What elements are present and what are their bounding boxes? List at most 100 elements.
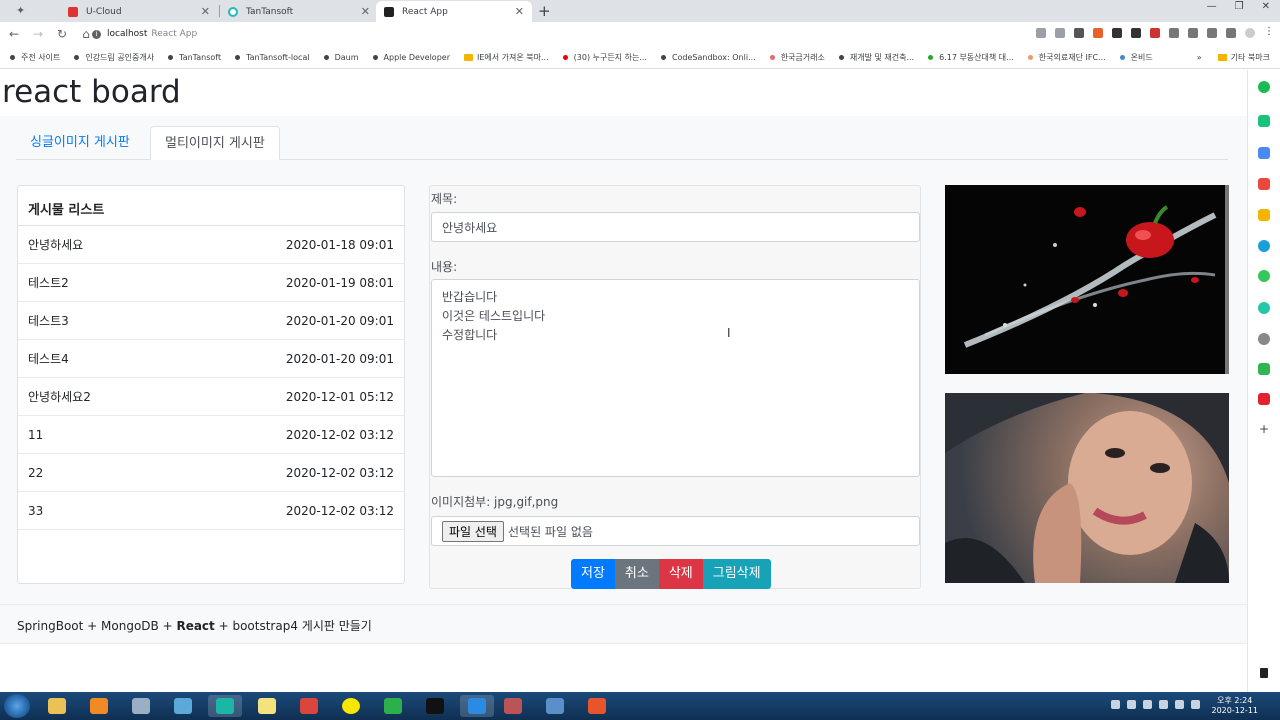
delete-button[interactable]: 삭제 — [658, 559, 703, 589]
side-pin-icon[interactable] — [1260, 668, 1268, 678]
extension-c-icon[interactable] — [1074, 28, 1084, 38]
minimize-icon[interactable]: — — [1207, 1, 1217, 12]
taskbar-vscode[interactable] — [460, 695, 494, 717]
tray-ime-icon[interactable] — [1127, 700, 1136, 709]
post-list-item[interactable]: 안녕하세요2 2020-12-01 05:12 — [18, 378, 404, 416]
shield-extension-icon[interactable] — [1036, 28, 1046, 38]
bookmark-item[interactable]: 인강드림 공인중개사 — [74, 52, 154, 63]
bookmark-item[interactable]: TanTansoft-local — [235, 53, 310, 62]
image-scrollbar[interactable] — [1225, 185, 1229, 374]
start-button-icon[interactable] — [4, 694, 30, 718]
save-button[interactable]: 저장 — [571, 559, 615, 589]
star-bookmark-icon[interactable] — [1055, 28, 1065, 38]
side-green-chat-icon[interactable] — [1258, 115, 1270, 127]
bookmark-item[interactable]: TanTansoft — [168, 53, 221, 62]
bookmark-item[interactable]: Apple Developer — [372, 53, 450, 62]
side-star-icon[interactable] — [1258, 209, 1270, 221]
extension-2-icon[interactable] — [1131, 28, 1141, 38]
taskbar-calculator[interactable] — [124, 695, 158, 717]
close-tab-icon[interactable]: ✕ — [361, 5, 370, 18]
bookmark-item[interactable]: Daum — [323, 53, 359, 62]
close-tab-icon[interactable]: ✕ — [201, 5, 210, 18]
taskbar-kakaotalk[interactable] — [334, 695, 368, 717]
close-window-icon[interactable]: ✕ — [1262, 1, 1270, 12]
choose-file-button[interactable]: 파일 선택 — [442, 520, 504, 542]
side-add-icon[interactable]: + — [1259, 422, 1269, 436]
delete-image-button[interactable]: 그림삭제 — [702, 559, 771, 589]
profile-avatar-icon[interactable] — [1245, 28, 1255, 38]
reload-icon[interactable]: ↻ — [52, 27, 72, 41]
bookmark-item[interactable]: 재개발 및 재건축... — [838, 52, 914, 63]
app-red-icon — [300, 698, 318, 714]
post-list-item[interactable]: 테스트2 2020-01-19 08:01 — [18, 264, 404, 302]
post-list-item[interactable]: 테스트3 2020-01-20 09:01 — [18, 302, 404, 340]
side-red-app-icon[interactable] — [1258, 178, 1270, 190]
taskbar-app-teal[interactable] — [208, 695, 242, 717]
taskbar-app-red[interactable] — [292, 695, 326, 717]
taskbar-app-game[interactable] — [496, 695, 530, 717]
taskbar-clock[interactable]: 오후 2:24 2020-12-11 — [1212, 696, 1259, 716]
tray-help-icon[interactable] — [1143, 700, 1152, 709]
taskbar-sticky-notes[interactable] — [250, 695, 284, 717]
tab-single-image-board[interactable]: 싱글이미지 게시판 — [16, 126, 144, 160]
side-play-icon[interactable] — [1258, 302, 1270, 314]
post-list-item[interactable]: 11 2020-12-02 03:12 — [18, 416, 404, 454]
close-tab-icon[interactable]: ✕ — [515, 5, 524, 18]
tray-volume-icon[interactable] — [1175, 700, 1184, 709]
taskbar-app-blue[interactable] — [166, 695, 200, 717]
side-blue-app-icon[interactable] — [1258, 147, 1270, 159]
side-green-circle-icon[interactable] — [1258, 81, 1270, 93]
bookmark-item[interactable]: (30) 누구든지 하는... — [562, 52, 647, 63]
tray-network-icon[interactable] — [1159, 700, 1168, 709]
browser-tab-react-app[interactable]: React App ✕ — [376, 1, 532, 22]
cancel-button[interactable]: 취소 — [614, 559, 659, 589]
flag-icon[interactable] — [1150, 28, 1160, 38]
side-gear-icon[interactable] — [1258, 333, 1270, 345]
side-green-app-icon[interactable] — [1258, 270, 1270, 282]
content-textarea[interactable]: 반갑습니다 이것은 테스트입니다 수정합니다 — [431, 279, 920, 477]
back-icon[interactable]: ← — [4, 27, 24, 41]
taskbar-explorer[interactable] — [40, 695, 74, 717]
post-list-item[interactable]: 22 2020-12-02 03:12 — [18, 454, 404, 492]
taskbar-remote-desktop[interactable] — [538, 695, 572, 717]
other-bookmarks-folder[interactable]: 기타 북마크 — [1217, 52, 1270, 63]
address-bar[interactable]: i localhost React App — [92, 25, 197, 43]
taskbar-terminal[interactable] — [418, 695, 452, 717]
browser-tab-tantansoft[interactable]: TanTansoft ✕ — [220, 1, 378, 22]
title-input[interactable]: 안녕하세요 — [431, 212, 920, 242]
post-list-item[interactable]: 33 2020-12-02 03:12 — [18, 492, 404, 530]
browser-menu-icon[interactable]: ✦ — [16, 4, 30, 18]
post-list-item[interactable]: 테스트4 2020-01-20 09:01 — [18, 340, 404, 378]
bookmark-item[interactable]: 한국금거래소 — [769, 52, 825, 63]
side-red-square-icon[interactable] — [1258, 393, 1270, 405]
taskbar-app-green[interactable] — [376, 695, 410, 717]
bookmark-item[interactable]: 온비드 — [1119, 52, 1153, 63]
download-icon[interactable] — [1169, 28, 1179, 38]
taskbar-media-player[interactable] — [82, 695, 116, 717]
extension-red-icon[interactable] — [1093, 28, 1103, 38]
camera-icon[interactable] — [1188, 28, 1198, 38]
bookmark-item[interactable]: CodeSandbox: Onli... — [660, 53, 756, 62]
extension-1-icon[interactable] — [1112, 28, 1122, 38]
file-input[interactable]: 파일 선택 선택된 파일 없음 — [431, 516, 920, 546]
browser-tab-ucloud[interactable]: U-Cloud ✕ — [60, 1, 218, 22]
bookmark-folder[interactable]: IE에서 가져온 북마... — [463, 52, 549, 63]
side-edge-icon[interactable] — [1258, 240, 1270, 252]
clipboard-icon[interactable] — [1226, 28, 1236, 38]
bookmark-item[interactable]: 6.17 부동산대책 대... — [928, 52, 1014, 63]
reader-icon[interactable] — [1207, 28, 1217, 38]
tab-multi-image-board[interactable]: 멀티이미지 게시판 — [150, 126, 280, 160]
taskbar-app-orange[interactable] — [580, 695, 614, 717]
site-info-icon[interactable]: i — [92, 29, 101, 39]
bookmark-item[interactable]: 주전 사이트 — [10, 52, 60, 63]
side-green-square-icon[interactable] — [1258, 363, 1270, 375]
post-list-item[interactable]: 안녕하세요 2020-01-18 09:01 — [18, 226, 404, 264]
tray-shield-icon[interactable] — [1111, 700, 1120, 709]
new-tab-icon[interactable]: + — [538, 2, 551, 20]
tray-flag-icon[interactable] — [1191, 700, 1200, 709]
bookmark-item[interactable]: 한국의료재단 IFC... — [1027, 52, 1106, 63]
menu-kebab-icon[interactable]: ⋮ — [1264, 27, 1274, 38]
maximize-icon[interactable]: ❐ — [1235, 1, 1244, 12]
bookmarks-more-button[interactable]: » — [1197, 53, 1202, 62]
forward-icon[interactable]: → — [28, 27, 48, 41]
